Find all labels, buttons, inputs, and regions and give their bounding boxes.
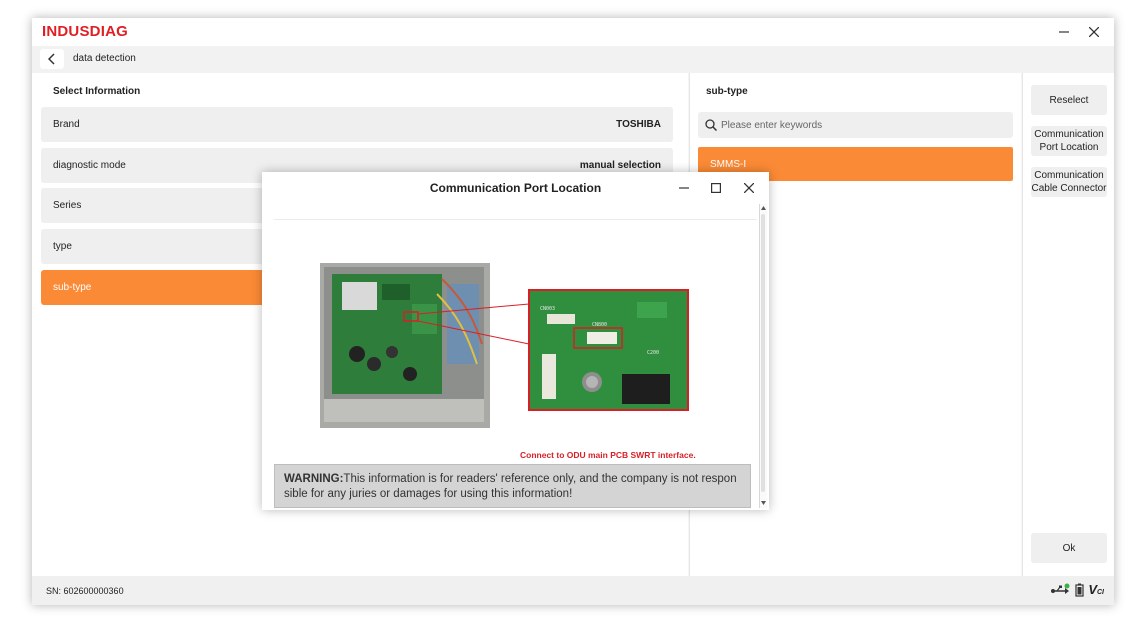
- minimize-icon: [1059, 31, 1069, 33]
- ok-button[interactable]: Ok: [1031, 533, 1107, 563]
- chevron-left-icon: [48, 53, 55, 65]
- section-title: sub-type: [706, 86, 748, 97]
- dialog-close-button[interactable]: [738, 178, 760, 198]
- row-value: manual selection: [579, 160, 661, 171]
- communication-cable-connector-button[interactable]: Communication Cable Connector: [1031, 167, 1107, 197]
- status-bar: SN: 602600000360 VCI: [32, 576, 1114, 605]
- scroll-up-icon: [761, 206, 766, 210]
- button-label: Communication: [1034, 129, 1104, 140]
- serial-number: SN: 602600000360: [46, 586, 124, 596]
- search-input[interactable]: Please enter keywords: [698, 112, 1013, 138]
- button-label: Cable Connector: [1031, 183, 1107, 194]
- page-title: data detection: [73, 53, 136, 64]
- button-label: Reselect: [1049, 94, 1089, 106]
- brand-row[interactable]: Brand TOSHIBA: [41, 107, 673, 142]
- status-icons: VCI: [1051, 582, 1104, 597]
- row-label: diagnostic mode: [53, 160, 126, 171]
- pcb-photo-illustration: CN003 CN800 C200: [320, 263, 689, 428]
- row-label: Brand: [53, 119, 80, 130]
- row-value: TOSHIBA: [616, 119, 661, 130]
- minimize-icon: [679, 187, 689, 189]
- reselect-button[interactable]: Reselect: [1031, 85, 1107, 115]
- svg-text:CN003: CN003: [540, 306, 555, 312]
- close-icon: [1089, 27, 1099, 37]
- warning-label: WARNING:: [284, 473, 344, 485]
- title-bar: INDUSDIAG: [32, 18, 1114, 46]
- search-placeholder: Please enter keywords: [721, 120, 823, 131]
- close-button[interactable]: [1082, 21, 1106, 43]
- button-label: Port Location: [1039, 142, 1099, 153]
- row-label: sub-type: [53, 282, 92, 293]
- warning-notice: WARNING:This information is for readers'…: [274, 464, 751, 508]
- search-icon: [705, 119, 717, 131]
- image-caption: Connect to ODU main PCB SWRT interface.: [520, 450, 696, 460]
- close-icon: [744, 183, 754, 193]
- app-logo: INDUSDIAG: [42, 23, 128, 40]
- row-label: type: [53, 241, 72, 252]
- dialog-content: CN003 CN800 C200 Connect to ODU main PCB…: [262, 204, 758, 506]
- option-label: SMMS-I: [710, 159, 747, 170]
- button-label: Communication: [1034, 170, 1104, 181]
- usb-connected-icon: [1051, 583, 1070, 594]
- battery-icon: [1075, 583, 1084, 597]
- row-label: Series: [53, 200, 82, 211]
- nav-bar: data detection: [32, 46, 1114, 73]
- button-label: Ok: [1062, 542, 1076, 554]
- dialog-maximize-button[interactable]: [705, 178, 727, 198]
- svg-text:CN800: CN800: [592, 322, 607, 328]
- vci-icon: VCI: [1088, 582, 1104, 597]
- maximize-icon: [711, 183, 721, 193]
- svg-text:C200: C200: [647, 350, 659, 356]
- minimize-button[interactable]: [1052, 21, 1076, 43]
- scrollbar-thumb[interactable]: [761, 214, 765, 492]
- dialog-scrollbar[interactable]: [759, 204, 767, 508]
- action-sidebar: Reselect Communication Port Location Com…: [1022, 73, 1114, 576]
- dialog-minimize-button[interactable]: [673, 178, 695, 198]
- warning-text: This information is for readers' referen…: [284, 473, 737, 500]
- scroll-down-icon: [761, 501, 766, 505]
- communication-port-location-button[interactable]: Communication Port Location: [1031, 126, 1107, 156]
- back-button[interactable]: [40, 49, 64, 69]
- communication-port-location-dialog: Communication Port Location CN003 CN800 …: [262, 172, 769, 510]
- section-title: Select Information: [53, 86, 141, 97]
